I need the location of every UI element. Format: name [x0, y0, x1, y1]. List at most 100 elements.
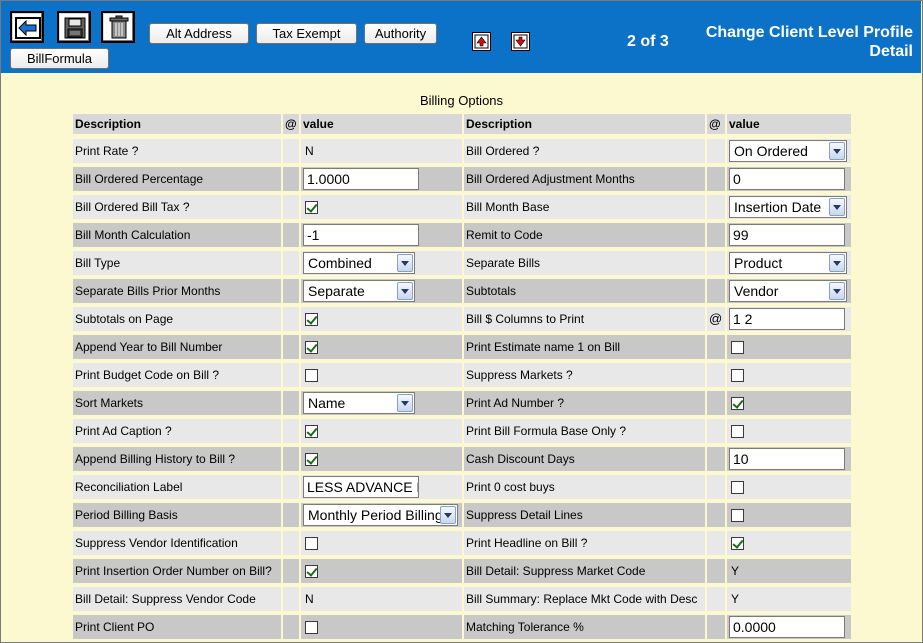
at-flag-cell: [707, 223, 725, 247]
suppress-vendor-identification-label: Suppress Vendor Identification: [73, 531, 281, 555]
column-header-at: @: [707, 114, 725, 134]
bill-month-calculation-value-cell: -1: [301, 223, 462, 247]
bill-ordered-select[interactable]: On Ordered: [729, 140, 847, 162]
bill-detail-suppress-market-code-value-cell: Y: [727, 559, 851, 583]
subtotals-on-page-value-cell: [301, 307, 462, 331]
chevron-down-icon[interactable]: [829, 142, 845, 160]
suppress-vendor-identification-checkbox[interactable]: [305, 537, 318, 550]
chevron-down-icon[interactable]: [397, 254, 413, 272]
print-headline-on-bill-value-cell: [727, 531, 851, 555]
cash-discount-days-input[interactable]: 10: [729, 448, 845, 470]
matching-tolerance-input[interactable]: 0.0000: [729, 616, 845, 638]
at-flag-cell: [283, 391, 299, 415]
bill-formula-button[interactable]: BillFormula: [10, 48, 109, 69]
at-flag-cell: [283, 223, 299, 247]
print-insertion-order-number-on-bill-value-cell: [301, 559, 462, 583]
print-0-cost-buys-checkbox[interactable]: [731, 481, 744, 494]
print-client-po-checkbox[interactable]: [305, 621, 318, 634]
at-flag-cell: [283, 447, 299, 471]
subtotals-select[interactable]: Vendor: [729, 280, 847, 302]
at-flag-cell: @: [707, 307, 725, 331]
bill-type-select[interactable]: Combined: [303, 252, 415, 274]
separate-bills-prior-months-select[interactable]: Separate: [303, 280, 415, 302]
sort-markets-selected-value: Name: [308, 395, 346, 411]
page-title-line2: Detail: [869, 43, 913, 60]
at-flag-cell: [707, 615, 725, 639]
authority-button[interactable]: Authority: [364, 23, 437, 44]
reconciliation-label-input[interactable]: LESS ADVANCE BI: [303, 476, 419, 498]
back-button[interactable]: [10, 11, 44, 43]
delete-button[interactable]: [101, 11, 135, 43]
at-flag-cell: [707, 279, 725, 303]
chevron-down-icon[interactable]: [829, 282, 845, 300]
print-estimate-name-1-on-bill-checkbox[interactable]: [731, 341, 744, 354]
remit-to-code-label: Remit to Code: [464, 223, 705, 247]
chevron-down-icon[interactable]: [397, 394, 413, 412]
bill-ordered-bill-tax-checkbox[interactable]: [305, 201, 318, 214]
next-record-button[interactable]: [511, 32, 530, 51]
bill-columns-to-print-input[interactable]: 1 2: [729, 308, 845, 330]
append-billing-history-to-bill-checkbox[interactable]: [305, 453, 318, 466]
section-title: Billing Options: [419, 93, 504, 108]
save-disk-icon: [64, 17, 86, 39]
at-flag-cell: [707, 559, 725, 583]
cash-discount-days-label: Cash Discount Days: [464, 447, 705, 471]
print-ad-caption-label: Print Ad Caption ?: [73, 419, 281, 443]
separate-bills-select[interactable]: Product: [729, 252, 847, 274]
print-bill-formula-base-only-checkbox[interactable]: [731, 425, 744, 438]
print-ad-caption-checkbox[interactable]: [305, 425, 318, 438]
subtotals-on-page-checkbox[interactable]: [305, 313, 318, 326]
at-flag-cell: [283, 363, 299, 387]
period-billing-basis-select[interactable]: Monthly Period Billing: [303, 504, 458, 526]
chevron-down-icon[interactable]: [440, 506, 456, 524]
at-flag-cell: [707, 587, 725, 611]
suppress-markets-checkbox[interactable]: [731, 369, 744, 382]
chevron-down-icon[interactable]: [829, 254, 845, 272]
previous-record-button[interactable]: [472, 32, 491, 51]
print-budget-code-on-bill-checkbox[interactable]: [305, 369, 318, 382]
append-year-to-bill-number-checkbox[interactable]: [305, 341, 318, 354]
period-billing-basis-label: Period Billing Basis: [73, 503, 281, 527]
bill-ordered-bill-tax-value-cell: [301, 195, 462, 219]
at-flag-cell: [283, 559, 299, 583]
separate-bills-prior-months-value-cell: Separate: [301, 279, 462, 303]
bill-columns-to-print-label: Bill $ Columns to Print: [464, 307, 705, 331]
chevron-down-icon[interactable]: [829, 198, 845, 216]
page-title-line1: Change Client Level Profile: [705, 24, 913, 41]
remit-to-code-input[interactable]: 99: [729, 224, 845, 246]
separate-bills-label: Separate Bills: [464, 251, 705, 275]
print-insertion-order-number-on-bill-checkbox[interactable]: [305, 565, 318, 578]
matching-tolerance-label: Matching Tolerance %: [464, 615, 705, 639]
cash-discount-days-value-cell: 10: [727, 447, 851, 471]
sort-markets-select[interactable]: Name: [303, 392, 415, 414]
suppress-detail-lines-checkbox[interactable]: [731, 509, 744, 522]
bill-month-base-value-cell: Insertion Date: [727, 195, 851, 219]
alt-address-button[interactable]: Alt Address: [149, 23, 249, 44]
at-flag-cell: [707, 503, 725, 527]
suppress-markets-value-cell: [727, 363, 851, 387]
back-arrow-icon: [15, 17, 41, 39]
bill-ordered-percentage-input[interactable]: 1.0000: [303, 168, 419, 190]
print-0-cost-buys-value-cell: [727, 475, 851, 499]
bill-month-calculation-input[interactable]: -1: [303, 224, 419, 246]
bill-ordered-adjustment-months-input[interactable]: 0: [729, 168, 845, 190]
bill-summary-replace-mkt-code-with-desc-label: Bill Summary: Replace Mkt Code with Desc: [464, 587, 705, 611]
save-button[interactable]: [57, 11, 91, 43]
bill-ordered-adjustment-months-value-cell: 0: [727, 167, 851, 191]
period-billing-basis-value-cell: Monthly Period Billing: [301, 503, 462, 527]
print-ad-number-label: Print Ad Number ?: [464, 391, 705, 415]
append-year-to-bill-number-value-cell: [301, 335, 462, 359]
at-flag-cell: [283, 587, 299, 611]
bill-ordered-value-cell: On Ordered: [727, 139, 851, 163]
bill-columns-to-print-value-cell: 1 2: [727, 307, 851, 331]
at-flag-cell: [707, 195, 725, 219]
print-ad-number-checkbox[interactable]: [731, 397, 744, 410]
bill-month-base-select[interactable]: Insertion Date: [729, 196, 847, 218]
chevron-down-icon[interactable]: [397, 282, 413, 300]
sort-markets-value-cell: Name: [301, 391, 462, 415]
tax-exempt-button[interactable]: Tax Exempt: [256, 23, 357, 44]
bill-ordered-percentage-value-cell: 1.0000: [301, 167, 462, 191]
remit-to-code-value-cell: 99: [727, 223, 851, 247]
print-headline-on-bill-checkbox[interactable]: [731, 537, 744, 550]
at-flag: @: [709, 311, 723, 326]
